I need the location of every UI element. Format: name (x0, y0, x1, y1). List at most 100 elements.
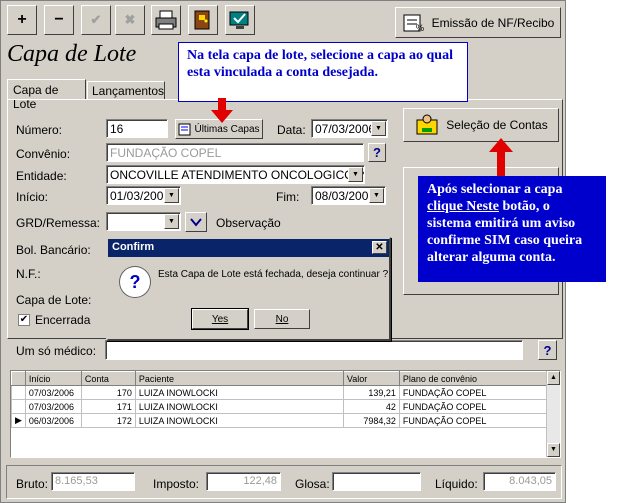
callout-top: Na tela capa de lote, selecione a capa a… (178, 42, 468, 102)
row-indicator (11, 399, 26, 414)
glosa-field[interactable] (332, 472, 421, 491)
door-icon (194, 10, 210, 30)
user-folder-icon (416, 114, 438, 135)
door-button[interactable] (188, 5, 218, 35)
cell-inicio: 06/03/2006 (24, 413, 82, 428)
svg-text:%: % (416, 23, 424, 33)
confirm-button[interactable]: ✔ (81, 5, 111, 35)
cell-paciente: LUIZA INOWLOCKI (134, 399, 344, 414)
no-button[interactable]: No (254, 309, 310, 329)
capa-label: Capa de Lote: (16, 293, 92, 307)
remove-label: − (54, 11, 64, 28)
chevron-down-icon (190, 218, 202, 227)
cell-paciente: LUIZA INOWLOCKI (134, 385, 344, 400)
row-indicator: ▶ (11, 413, 26, 428)
grd-select[interactable]: ▼ (106, 212, 181, 231)
grid-scrollbar[interactable]: ▲ ▼ (546, 371, 560, 457)
entidade-label: Entidade: (16, 169, 67, 183)
grd-search-button[interactable] (185, 212, 207, 232)
print-button[interactable] (151, 5, 181, 35)
help-icon: ? (373, 145, 381, 160)
col-valor[interactable]: Valor (342, 371, 400, 386)
col-conta[interactable]: Conta (80, 371, 136, 386)
ultimas-capas-label: Últimas Capas (194, 123, 260, 135)
yes-label: Yes (211, 313, 229, 325)
grid-header: Início Conta Paciente Valor Plano de con… (11, 371, 549, 386)
arrow-down-icon (211, 98, 233, 123)
dialog-title: Confirm (112, 241, 155, 253)
add-label: + (17, 11, 27, 28)
tab-capa-de-lote[interactable]: Capa de Lote (7, 79, 86, 111)
data-field[interactable]: 07/03/2006 ▼ (311, 119, 388, 138)
table-row[interactable]: 07/03/2006 170 LUIZA INOWLOCKI 139,21 FU… (11, 385, 549, 400)
col-plano[interactable]: Plano de convênio (398, 371, 549, 386)
dialog-title-bar: Confirm ✕ (108, 239, 389, 257)
chevron-down-icon[interactable]: ▼ (348, 167, 363, 182)
glosa-label: Glosa: (295, 477, 330, 491)
encerrada-checkbox[interactable]: ✔ (18, 314, 30, 326)
scroll-up-icon[interactable]: ▲ (547, 371, 560, 385)
contas-grid[interactable]: Início Conta Paciente Valor Plano de con… (10, 370, 561, 458)
nf-label: N.F.: (16, 267, 41, 281)
chevron-down-icon[interactable]: ▼ (369, 188, 384, 203)
inicio-field[interactable]: 01/03/2006 ▼ (106, 186, 181, 205)
fim-field[interactable]: 08/03/2006 ▼ (311, 186, 386, 205)
arrow-up-icon (489, 138, 513, 180)
cell-plano: FUNDAÇÃO COPEL (398, 399, 549, 414)
row-indicator (11, 385, 26, 400)
fim-label: Fim: (276, 190, 300, 204)
add-button[interactable]: + (7, 5, 37, 35)
numero-field[interactable]: 16 (106, 119, 168, 138)
cell-valor: 7984,32 (342, 413, 400, 428)
convenio-field[interactable]: FUNDAÇÃO COPEL (106, 143, 364, 162)
printer-icon (155, 10, 177, 30)
list-icon (178, 123, 191, 135)
imposto-field: 122,48 (206, 472, 281, 491)
convenio-label: Convênio: (16, 147, 71, 161)
cell-plano: FUNDAÇÃO COPEL (398, 385, 549, 400)
chevron-down-icon[interactable]: ▼ (164, 188, 179, 203)
yes-button[interactable]: Yes (191, 308, 249, 330)
cancel-label: ✖ (124, 12, 136, 27)
chevron-down-icon[interactable]: ▼ (164, 214, 179, 229)
col-inicio[interactable]: Início (24, 371, 82, 386)
emissao-nf-button[interactable]: % Emissão de NF/Recibo (395, 7, 561, 38)
cell-conta: 171 (80, 399, 136, 414)
scroll-down-icon[interactable]: ▼ (547, 443, 560, 457)
selecao-label: Seleção de Contas (446, 118, 548, 132)
convenio-help-button[interactable]: ? (368, 143, 386, 162)
col-paciente[interactable]: Paciente (134, 371, 344, 386)
liquido-field: 8.043,05 (483, 472, 556, 491)
confirm-dialog: Confirm ✕ ? Esta Capa de Lote está fecha… (106, 237, 391, 341)
confirm-label: ✔ (90, 12, 102, 27)
fim-value: 08/03/2006 (315, 189, 376, 203)
cell-conta: 172 (80, 413, 136, 428)
selecao-contas-button[interactable]: Seleção de Contas (403, 108, 559, 142)
inicio-value: 01/03/2006 (110, 189, 171, 203)
entidade-select[interactable]: ONCOVILLE ATENDIMENTO ONCOLOGICO IN ▼ (106, 165, 365, 184)
medico-help-button[interactable]: ? (538, 340, 557, 360)
cell-inicio: 07/03/2006 (24, 385, 82, 400)
cancel-button[interactable]: ✖ (115, 5, 145, 35)
callout-right-line1: Após selecionar a capa (427, 182, 563, 197)
close-icon[interactable]: ✕ (372, 241, 387, 254)
dialog-message: Esta Capa de Lote está fechada, deseja c… (158, 269, 389, 280)
observacao-label: Observação (216, 216, 281, 230)
cell-conta: 170 (80, 385, 136, 400)
bruto-label: Bruto: (16, 477, 49, 491)
callout-right-link: clique Neste (427, 199, 499, 215)
page-title: Capa de Lote (7, 41, 137, 67)
table-row[interactable]: ▶ 06/03/2006 172 LUIZA INOWLOCKI 7984,32… (11, 413, 549, 428)
cell-valor: 42 (342, 399, 400, 414)
question-icon: ? (120, 267, 150, 297)
chevron-down-icon[interactable]: ▼ (371, 121, 386, 136)
cell-plano: FUNDAÇÃO COPEL (398, 413, 549, 428)
remove-button[interactable]: − (44, 5, 74, 35)
table-row[interactable]: 07/03/2006 171 LUIZA INOWLOCKI 42 FUNDAÇ… (11, 399, 549, 414)
numero-label: Número: (16, 123, 63, 137)
um-so-medico-field[interactable] (105, 340, 523, 360)
tab-lancamentos[interactable]: Lançamentos (87, 81, 165, 100)
cell-inicio: 07/03/2006 (24, 399, 82, 414)
encerrada-label: Encerrada (35, 313, 91, 327)
transfer-button[interactable] (225, 5, 255, 35)
